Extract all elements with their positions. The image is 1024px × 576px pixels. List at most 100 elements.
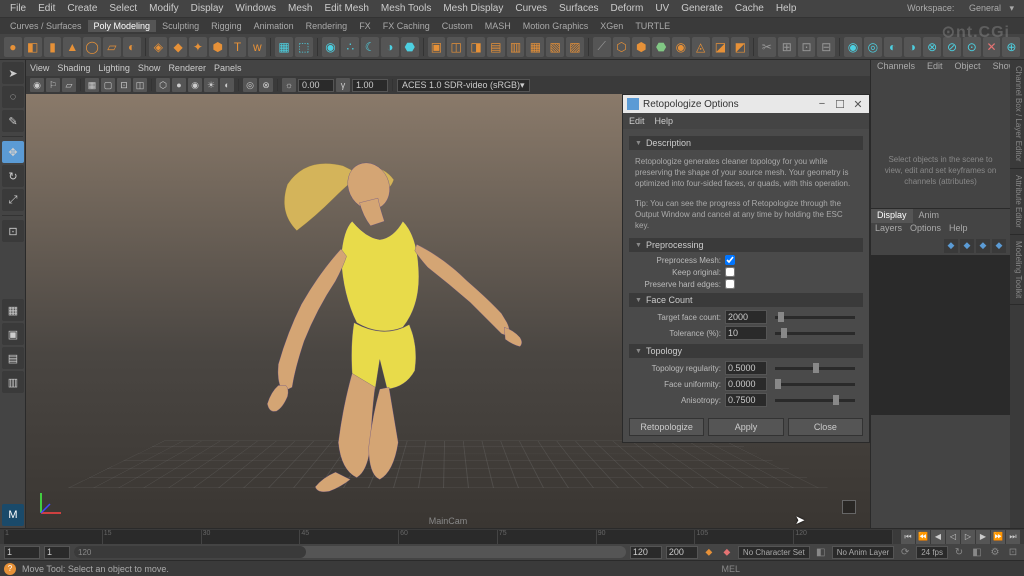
move-tool[interactable]: ✥ [2,141,24,163]
shelf-tab[interactable]: Rigging [205,20,248,32]
menu-item[interactable]: Mesh Tools [375,1,437,16]
mel-label[interactable]: MEL [721,564,740,574]
shelf-tab[interactable]: Motion Graphics [517,20,595,32]
triangulate-icon[interactable]: ◬ [692,37,710,57]
prefs-icon[interactable]: ⚙ [988,545,1002,559]
platonic-icon[interactable]: ◈ [149,37,167,57]
sculpt1-icon[interactable]: ◉ [844,37,862,57]
uniformity-field[interactable] [725,377,767,391]
range-vis-end-field[interactable] [630,546,662,559]
dialog-titlebar[interactable]: Retopologize Options − ☐ ✕ [623,95,869,113]
gear-icon[interactable]: w [248,37,266,57]
shelf-tab[interactable]: Animation [248,20,300,32]
extract-icon[interactable]: ☾ [361,37,379,57]
step-back-icon[interactable]: ⏪ [916,530,930,544]
layer-menu[interactable]: Options [910,223,941,237]
cylinder-icon[interactable]: ▮ [44,37,62,57]
rp-tab[interactable]: Object [949,60,987,74]
range-start-field[interactable] [4,546,40,559]
character-set-dropdown[interactable]: No Character Set [738,546,810,559]
minimize-icon[interactable]: − [815,97,829,111]
merge-icon[interactable]: ▧ [546,37,564,57]
menu-item[interactable]: Mesh Display [437,1,509,16]
menu-item[interactable]: Windows [229,1,282,16]
average-icon[interactable]: ⬣ [652,37,670,57]
append-icon[interactable]: ▥ [507,37,525,57]
shelf-tab[interactable]: FX Caching [377,20,436,32]
menu-item[interactable]: Display [185,1,230,16]
target-face-slider[interactable] [775,316,855,319]
character-mesh[interactable] [178,129,600,498]
prism-icon[interactable]: ✦ [189,37,207,57]
menu-item[interactable]: Edit [32,1,61,16]
sculpt3-icon[interactable]: ◐ [884,37,902,57]
offset-edge-icon[interactable]: ⊡ [798,37,816,57]
layout-tool[interactable]: ▣ [2,323,24,345]
plane-icon[interactable]: ▱ [103,37,121,57]
helix-icon[interactable]: T [229,37,247,57]
section-preprocessing[interactable]: Preprocessing [629,238,863,252]
cube-icon[interactable]: ◧ [24,37,42,57]
rp-tab[interactable]: Edit [921,60,949,74]
smooth-icon[interactable]: ⬣ [401,37,419,57]
booleans-icon[interactable]: ◑ [381,37,399,57]
layer-icon[interactable]: ◆ [944,239,958,253]
circularize-icon[interactable]: ◉ [672,37,690,57]
snap-tool[interactable]: ▦ [2,299,24,321]
wireframe-icon[interactable]: ⬡ [156,78,170,92]
menu-item[interactable]: Mesh [282,1,318,16]
time-slider[interactable]: 1 15 30 45 60 75 90 105 120 [4,530,893,544]
regularity-slider[interactable] [775,367,855,370]
lights-icon[interactable]: ☀ [204,78,218,92]
menu-item[interactable]: Surfaces [553,1,604,16]
paint-select-tool[interactable]: ✎ [2,110,24,132]
sphere-icon[interactable]: ● [4,37,22,57]
maya-icon[interactable]: M [2,504,24,526]
gamma-field[interactable]: 1.00 [352,79,388,92]
delete-icon[interactable]: ✕ [983,37,1001,57]
regularity-field[interactable] [725,361,767,375]
next-key-icon[interactable]: ▶ [976,530,990,544]
prev-key-icon[interactable]: ◀ [931,530,945,544]
go-end-icon[interactable]: ⏭ [1006,530,1020,544]
shaded-icon[interactable]: ● [172,78,186,92]
anisotropy-slider[interactable] [775,399,855,402]
textured-icon[interactable]: ◉ [188,78,202,92]
view-menu[interactable]: Renderer [168,63,206,73]
maximize-icon[interactable]: ☐ [833,97,847,111]
separate-icon[interactable]: ∴ [341,37,359,57]
layer-tab[interactable]: Anim [913,209,946,223]
exposure-icon[interactable]: ☼ [282,78,296,92]
shelf-tab[interactable]: Rendering [300,20,354,32]
side-tab[interactable]: Attribute Editor [1010,169,1024,235]
grid-icon[interactable]: ▦ [85,78,99,92]
sculpt7-icon[interactable]: ⊙ [963,37,981,57]
shelf-tab[interactable]: Custom [436,20,479,32]
tolerance-field[interactable] [725,326,767,340]
shelf-tab[interactable]: TURTLE [629,20,676,32]
uniformity-slider[interactable] [775,383,855,386]
side-tab[interactable]: Channel Box / Layer Editor [1010,60,1024,169]
mirror-icon[interactable]: ⬢ [632,37,650,57]
detach-icon[interactable]: ⬡ [613,37,631,57]
gamma-icon[interactable]: γ [336,78,350,92]
sculpt6-icon[interactable]: ⊘ [943,37,961,57]
range-end-field[interactable] [666,546,698,559]
target-face-field[interactable] [725,310,767,324]
workspace-selector[interactable]: Workspace: General ▾ [895,1,1020,16]
close-icon[interactable]: ✕ [851,97,865,111]
graph-tool[interactable]: ▤ [2,347,24,369]
anisotropy-field[interactable] [725,393,767,407]
tolerance-slider[interactable] [775,332,855,335]
disc-icon[interactable]: ◐ [123,37,141,57]
film-gate-icon[interactable]: ▢ [101,78,115,92]
close-button[interactable]: Close [788,418,863,436]
menu-item[interactable]: File [4,1,32,16]
play-back-icon[interactable]: ◁ [946,530,960,544]
view-menu[interactable]: View [30,63,49,73]
sync-icon[interactable]: ⟳ [898,545,912,559]
layer-icon[interactable]: ◆ [992,239,1006,253]
shelf-tab[interactable]: MASH [479,20,517,32]
layer-icon[interactable]: ◧ [814,545,828,559]
bevel-icon[interactable]: ◨ [467,37,485,57]
